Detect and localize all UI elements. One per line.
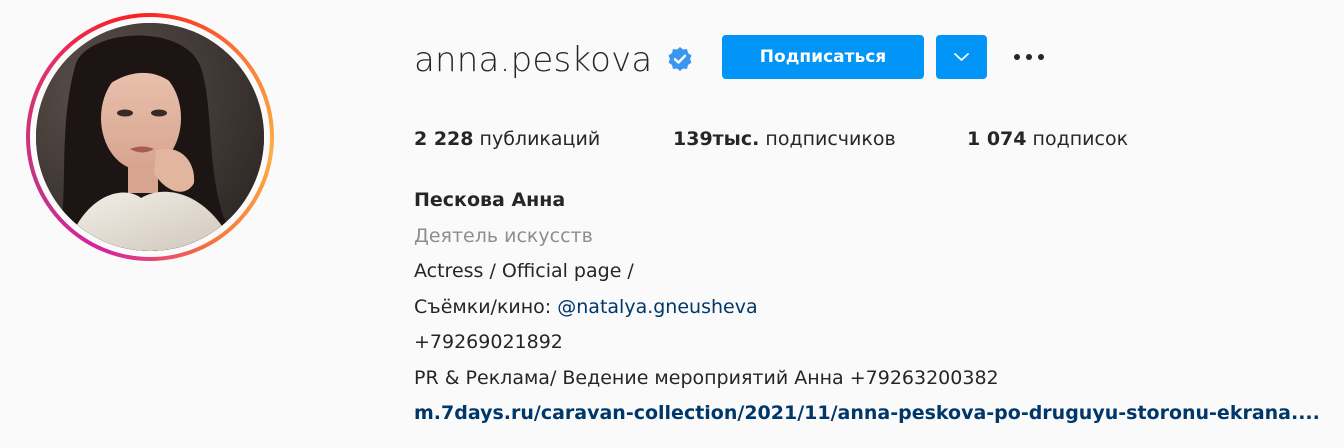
following-count: 1 074 — [967, 128, 1027, 150]
avatar-photo — [36, 23, 264, 251]
followers-stat[interactable]: 139тыс. подписчиков — [673, 125, 896, 153]
username: anna.peskova — [414, 40, 653, 80]
external-link[interactable]: m.7days.ru/caravan-collection/2021/11/an… — [414, 402, 1320, 424]
profile-header: anna.peskova Подписаться 2 228 публикаци… — [0, 0, 1344, 448]
story-ring[interactable] — [26, 13, 274, 261]
bio-line-1: Actress / Official page / — [414, 260, 634, 282]
posts-count: 2 228 — [414, 128, 474, 150]
posts-label: публикаций — [479, 128, 601, 150]
bio-phone: +79269021892 — [414, 331, 563, 353]
bio-line-2: Съёмки/кино: @natalya.gneusheva — [414, 290, 1334, 326]
following-label: подписок — [1032, 128, 1129, 150]
chevron-down-icon — [954, 53, 969, 61]
suggested-accounts-button[interactable] — [936, 35, 987, 79]
verified-badge-icon — [667, 46, 693, 72]
profile-category: Деятель искусств — [414, 224, 593, 247]
mention-link[interactable]: @natalya.gneusheva — [557, 296, 757, 318]
profile-avatar[interactable] — [36, 23, 264, 251]
follow-button[interactable]: Подписаться — [722, 35, 924, 79]
following-stat[interactable]: 1 074 подписок — [967, 125, 1128, 153]
more-options-button[interactable] — [1008, 40, 1052, 74]
followers-count: 139тыс. — [673, 128, 760, 150]
more-options-icon — [1014, 54, 1044, 60]
bio-line-2-prefix: Съёмки/кино: — [414, 295, 558, 318]
profile-bio: Пескова Анна Деятель искусств Actress / … — [414, 183, 1334, 432]
bio-line-4: PR & Реклама/ Ведение мероприятий Анна +… — [414, 366, 999, 389]
full-name: Пескова Анна — [414, 189, 566, 211]
followers-label: подписчиков — [765, 128, 896, 150]
posts-stat: 2 228 публикаций — [414, 125, 600, 153]
